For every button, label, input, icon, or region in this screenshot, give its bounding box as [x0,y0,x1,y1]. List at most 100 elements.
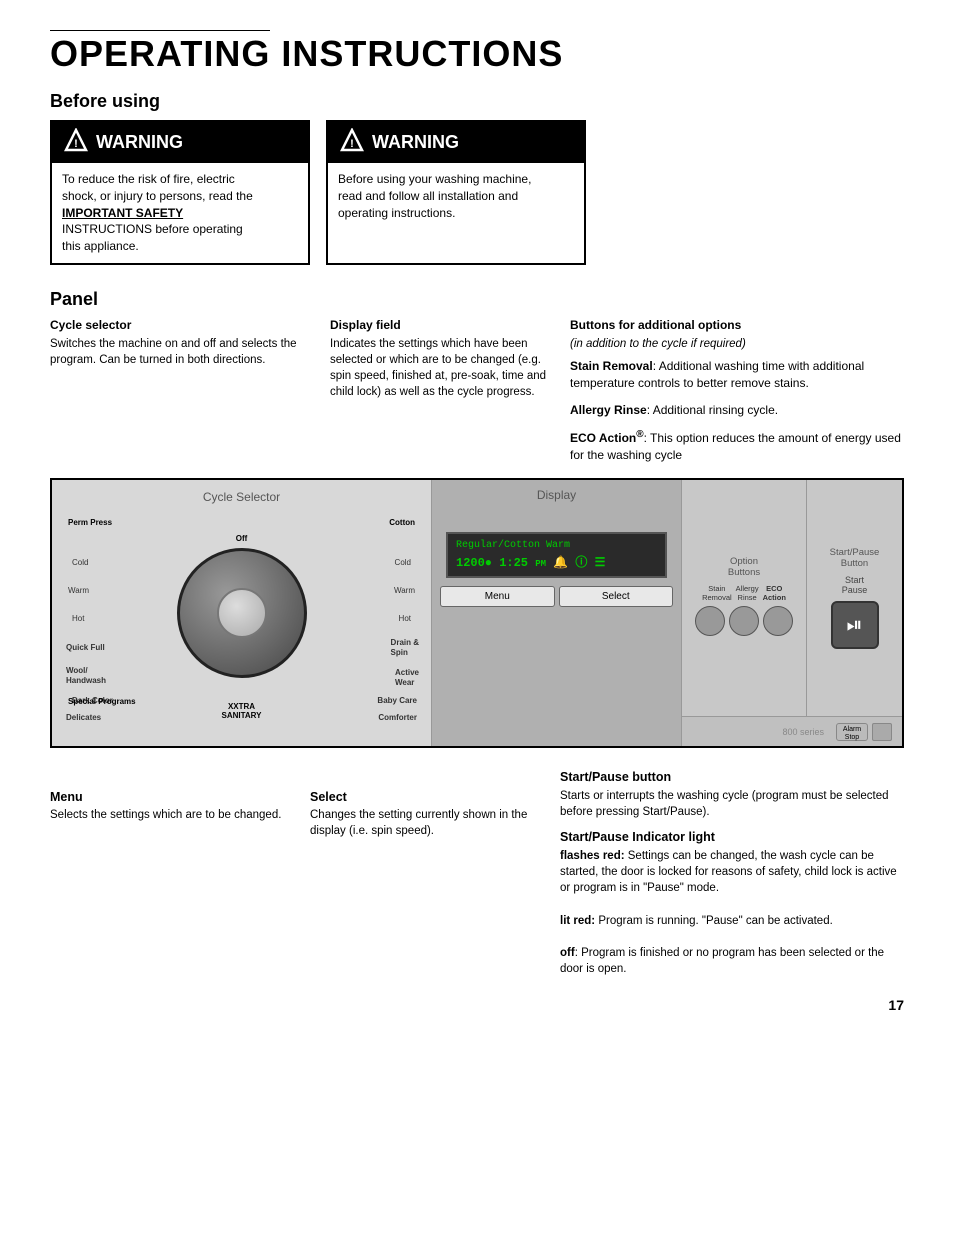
wool-handwash-label: Wool/Handwash [66,666,106,685]
panel-right: OptionButtons StainRemoval AllergyRinse … [682,480,902,746]
display-region-label: Display [440,488,673,502]
eco-action-btn-label: ECOAction [763,584,786,602]
stain-removal-label: Stain Removal [570,359,653,373]
cold-right-label: Cold [395,558,411,567]
flashes-red-label: flashes red: [560,850,625,862]
buttons-ann-subtitle: (in addition to the cycle if required) [570,336,904,352]
warning-header-1: ! WARNING [52,122,308,163]
display-top-line: Regular/Cotton Warm [456,540,657,551]
warning-body-2: Before using your washing machine, read … [328,163,584,229]
select-callout-title: Select [310,790,550,804]
start-pause-region: Start/PauseButton StartPause ⏯ [807,480,902,716]
warm-left-label: Warm [68,586,89,595]
series-label: 800 series [782,727,828,737]
dial-outer[interactable] [177,548,307,678]
panel-right-inner: OptionButtons StainRemoval AllergyRinse … [682,480,902,716]
eco-action-col: ECOAction [763,584,786,602]
start-pause-button[interactable]: ⏯ [831,601,879,649]
start-pause-btn-callout-title: Start/Pause button [560,770,904,784]
warning-box-1: ! WARNING To reduce the risk of fire, el… [50,120,310,265]
panel-bottom-strip: 800 series AlarmStop [682,716,902,746]
option-buttons-region: OptionButtons StainRemoval AllergyRinse … [682,480,807,716]
title-rule-container [50,30,904,31]
start-pause-indicator-text: flashes red: Settings can be changed, th… [560,848,904,977]
callout-select: Select Changes the setting currently sho… [310,760,560,977]
menu-button[interactable]: Menu [440,586,555,607]
allergy-rinse-text: : Additional rinsing cycle. [647,403,778,417]
start-pause-sublabel: StartPause [842,575,868,595]
panel-left: Cycle Selector Perm Press Cotton Cold Wa… [52,480,432,746]
title-rule [50,30,270,31]
hot-left-label: Hot [72,614,84,623]
comforter-label: Comforter [378,713,417,722]
menu-callout-title: Menu [50,790,300,804]
cold-left-label: Cold [72,558,88,567]
warning-label-1: WARNING [96,132,183,153]
display-field-ann-title: Display field [330,318,560,332]
stain-removal-button[interactable] [695,606,725,636]
display-field-ann-text: Indicates the settings which have been s… [330,336,560,400]
cotton-prog-label: Cotton [389,518,415,527]
washer-diagram: Cycle Selector Perm Press Cotton Cold Wa… [50,478,904,748]
option-buttons-region-label: OptionButtons [728,556,760,578]
start-pause-region-label: Start/PauseButton [830,547,880,569]
svg-text:!: ! [350,138,354,150]
lit-red-label: lit red: [560,915,595,927]
panel-section-title: Panel [50,289,904,310]
ann-display-field: Display field Indicates the settings whi… [330,318,560,474]
warning-triangle-icon-2: ! [340,128,364,157]
ann-buttons: Buttons for additional options (in addit… [560,318,904,474]
svg-text:!: ! [74,138,78,150]
display-bottom-line: 1200● 1:25 PM 🔔 ⓘ ☰ [456,553,657,570]
stain-removal-btn-label: StainRemoval [702,584,732,602]
alarm-stop-button[interactable]: AlarmStop [836,723,868,741]
allergy-rinse-col: AllergyRinse [736,584,759,602]
warning-box-2: ! WARNING Before using your washing mach… [326,120,586,265]
before-using-title: Before using [50,91,904,112]
select-callout-text: Changes the setting currently shown in t… [310,807,550,839]
eco-action-button[interactable] [763,606,793,636]
aux-button-2[interactable] [872,723,892,741]
callout-start-pause: Start/Pause button Starts or interrupts … [560,760,904,977]
ann-cycle-selector: Cycle selector Switches the machine on a… [50,318,330,474]
hot-right-label: Hot [399,614,411,623]
option-circles-row [695,606,793,636]
panel-center: Display Regular/Cotton Warm 1200● 1:25 P… [432,480,682,746]
allergy-rinse-button[interactable] [729,606,759,636]
off-label: Off [236,534,248,543]
warning-triangle-icon-1: ! [64,128,88,157]
start-pause-btn-wrapper: ⏯ [831,601,879,649]
special-programs-label: Special Programs [68,697,136,706]
allergy-rinse-label: Allergy Rinse [570,403,647,417]
cycle-selector-ann-text: Switches the machine on and off and sele… [50,336,330,368]
off-indicator-text: : Program is finished or no program has … [560,947,884,975]
warning-body-1: To reduce the risk of fire, electric sho… [52,163,308,263]
warning-label-2: WARNING [372,132,459,153]
cycle-selector-ann-title: Cycle selector [50,318,330,332]
warning-header-2: ! WARNING [328,122,584,163]
stain-removal-btn-col [695,606,725,636]
page: OPERATING INSTRUCTIONS Before using ! WA… [50,30,904,1013]
top-annotations: Cycle selector Switches the machine on a… [50,318,904,474]
buttons-ann-title: Buttons for additional options [570,318,904,332]
warning1-text: To reduce the risk of fire, electric sho… [62,172,253,253]
select-button[interactable]: Select [559,586,674,607]
aux-buttons: AlarmStop [836,723,892,741]
ann-eco-action: ECO Action®: This option reduces the amo… [570,428,904,464]
display-box: Regular/Cotton Warm 1200● 1:25 PM 🔔 ⓘ ☰ [446,532,667,578]
start-pause-btn-callout-text: Starts or interrupts the washing cycle (… [560,788,904,820]
warnings-row: ! WARNING To reduce the risk of fire, el… [50,120,904,265]
perm-press-prog-label: Perm Press [68,518,112,527]
eco-action-label: ECO Action® [570,431,644,445]
active-wear-label: ActiveWear [395,668,419,687]
lit-red-text: Program is running. "Pause" can be activ… [595,915,833,927]
cycle-selector-region-label: Cycle Selector [62,490,421,504]
ann-allergy-rinse: Allergy Rinse: Additional rinsing cycle. [570,402,904,419]
warm-right-label: Warm [394,586,415,595]
xxtra-sanitary-label: XXTRASANITARY [222,702,262,720]
menu-callout-text: Selects the settings which are to be cha… [50,807,300,823]
eco-action-btn-col [763,606,793,636]
allergy-rinse-btn-label: AllergyRinse [736,584,759,602]
stain-removal-col: StainRemoval [702,584,732,602]
page-title: OPERATING INSTRUCTIONS [50,33,904,75]
